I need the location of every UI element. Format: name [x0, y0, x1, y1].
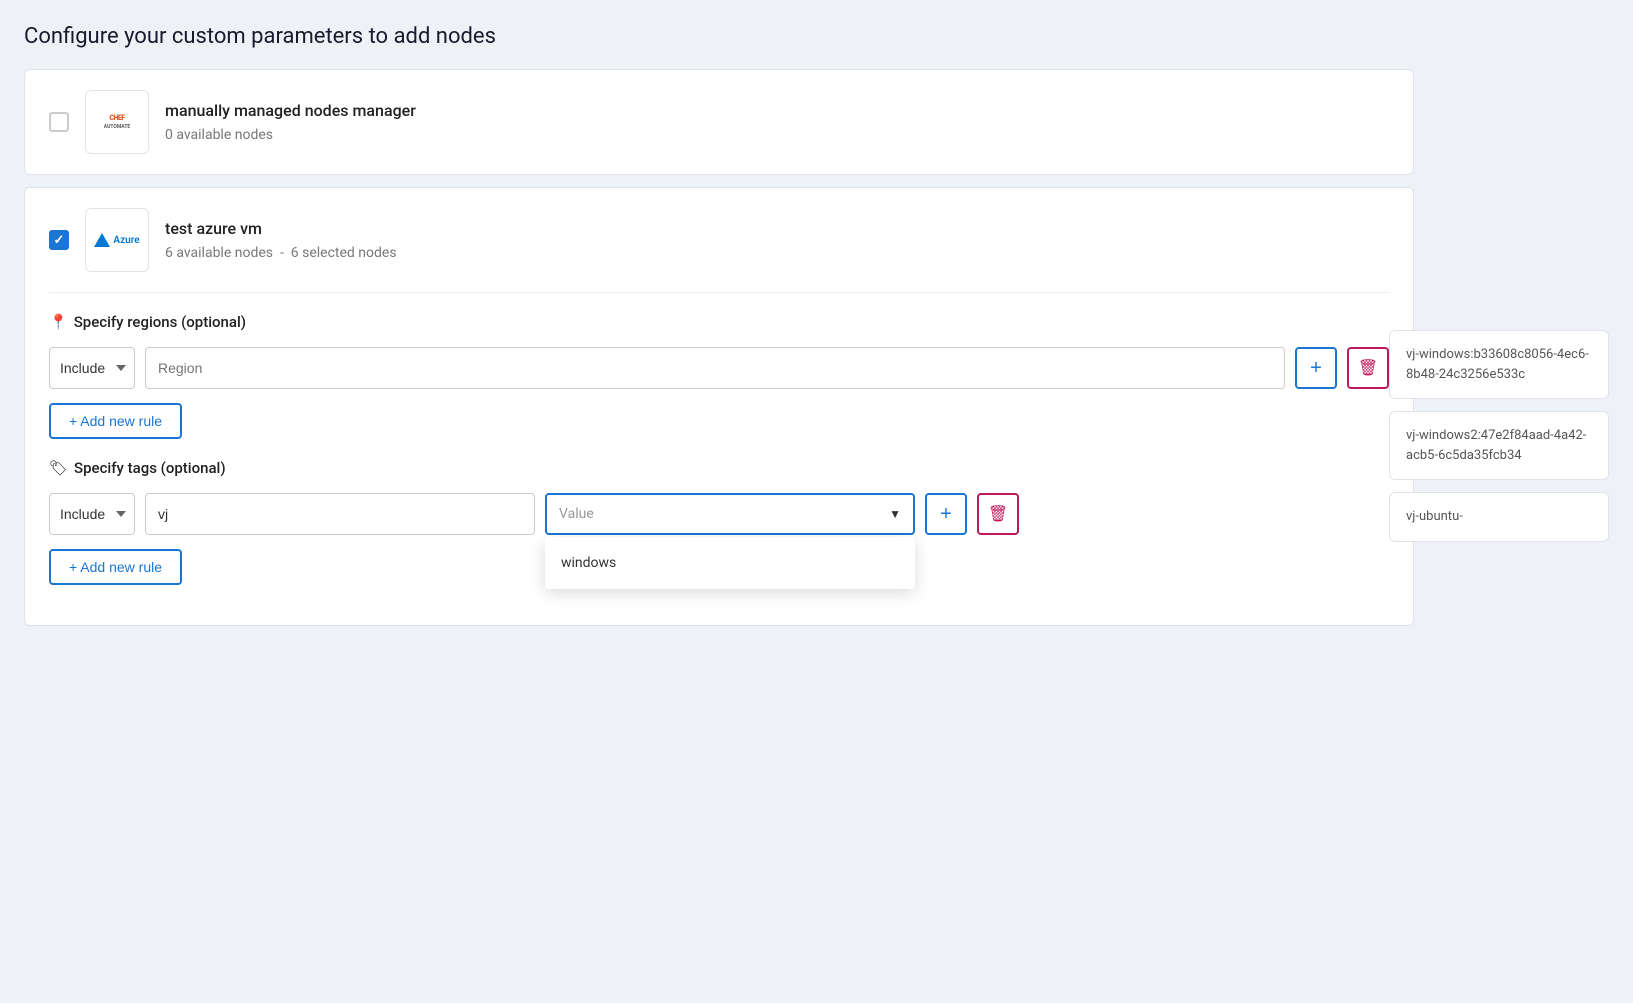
- tag-icon: 🏷: [49, 459, 68, 477]
- dropdown-option-windows[interactable]: windows: [545, 543, 915, 583]
- tags-section-title: 🏷 Specify tags (optional): [49, 459, 1389, 477]
- plus-icon-tags: +: [940, 503, 952, 526]
- manager-card-chef: CHEF AUTOMATE manually managed nodes man…: [24, 69, 1414, 175]
- manager-name-azure: test azure vm: [165, 219, 397, 238]
- trash-icon-tags: 🗑: [988, 504, 1008, 524]
- regions-add-button[interactable]: +: [1295, 347, 1337, 389]
- manager-checkbox-azure[interactable]: [49, 230, 69, 250]
- regions-include-select[interactable]: IncludeExclude: [49, 347, 135, 389]
- chef-logo: CHEF AUTOMATE: [100, 110, 134, 133]
- right-panel: vj-windows:b33608c8056-4ec6-8b48-24c3256…: [1389, 330, 1609, 542]
- regions-add-rule-label: + Add new rule: [69, 413, 162, 429]
- manager-nodes-azure: 6 available nodes - 6 selected nodes: [165, 245, 397, 261]
- tags-include-select[interactable]: IncludeExclude: [49, 493, 135, 535]
- regions-section: 📍 Specify regions (optional) IncludeExcl…: [49, 313, 1389, 459]
- azure-logo: Azure: [86, 225, 147, 255]
- node-card-2: vj-ubuntu-: [1389, 492, 1609, 542]
- manager-nodes-chef: 0 available nodes: [165, 127, 273, 143]
- node-card-0: vj-windows:b33608c8056-4ec6-8b48-24c3256…: [1389, 330, 1609, 399]
- azure-logo-box: Azure: [85, 208, 149, 272]
- tags-rule-row: IncludeExclude Value ▼ windows + 🗑: [49, 493, 1389, 535]
- tags-delete-button[interactable]: 🗑: [977, 493, 1019, 535]
- trash-icon: 🗑: [1358, 358, 1378, 378]
- location-pin-icon: 📍: [49, 313, 68, 331]
- chevron-down-icon: ▼: [889, 507, 901, 521]
- manager-info-chef: manually managed nodes manager 0 availab…: [165, 101, 416, 143]
- manager-card-azure: Azure test azure vm 6 available nodes - …: [24, 187, 1414, 626]
- azure-label: Azure: [113, 235, 139, 246]
- manager-info-azure: test azure vm 6 available nodes - 6 sele…: [165, 219, 397, 261]
- regions-section-title: 📍 Specify regions (optional): [49, 313, 1389, 331]
- tags-value-placeholder: Value: [559, 506, 594, 522]
- section-divider: [49, 292, 1389, 293]
- tags-add-rule-label: + Add new rule: [69, 559, 162, 575]
- manager-checkbox-chef[interactable]: [49, 112, 69, 132]
- regions-add-rule-button[interactable]: + Add new rule: [49, 403, 182, 439]
- regions-value-input[interactable]: [145, 347, 1285, 389]
- plus-icon: +: [1310, 357, 1322, 380]
- tags-value-dropdown-container: Value ▼ windows: [545, 493, 915, 535]
- regions-rule-row: IncludeExclude + 🗑: [49, 347, 1389, 389]
- tags-section: 🏷 Specify tags (optional) IncludeExclude…: [49, 459, 1389, 605]
- tags-add-rule-button[interactable]: + Add new rule: [49, 549, 182, 585]
- tags-add-button[interactable]: +: [925, 493, 967, 535]
- manager-row-chef: CHEF AUTOMATE manually managed nodes man…: [49, 90, 1389, 154]
- manager-name-chef: manually managed nodes manager: [165, 101, 416, 120]
- tags-value-dropdown[interactable]: Value ▼: [545, 493, 915, 535]
- chef-logo-box: CHEF AUTOMATE: [85, 90, 149, 154]
- page-title: Configure your custom parameters to add …: [24, 24, 1609, 49]
- node-card-1: vj-windows2:47e2f84aad-4a42-acb5-6c5da35…: [1389, 411, 1609, 480]
- tags-dropdown-menu: windows: [545, 537, 915, 589]
- manager-row-azure: Azure test azure vm 6 available nodes - …: [49, 208, 1389, 272]
- azure-triangle-icon: [94, 233, 110, 247]
- tags-key-input[interactable]: [145, 493, 535, 535]
- regions-delete-button[interactable]: 🗑: [1347, 347, 1389, 389]
